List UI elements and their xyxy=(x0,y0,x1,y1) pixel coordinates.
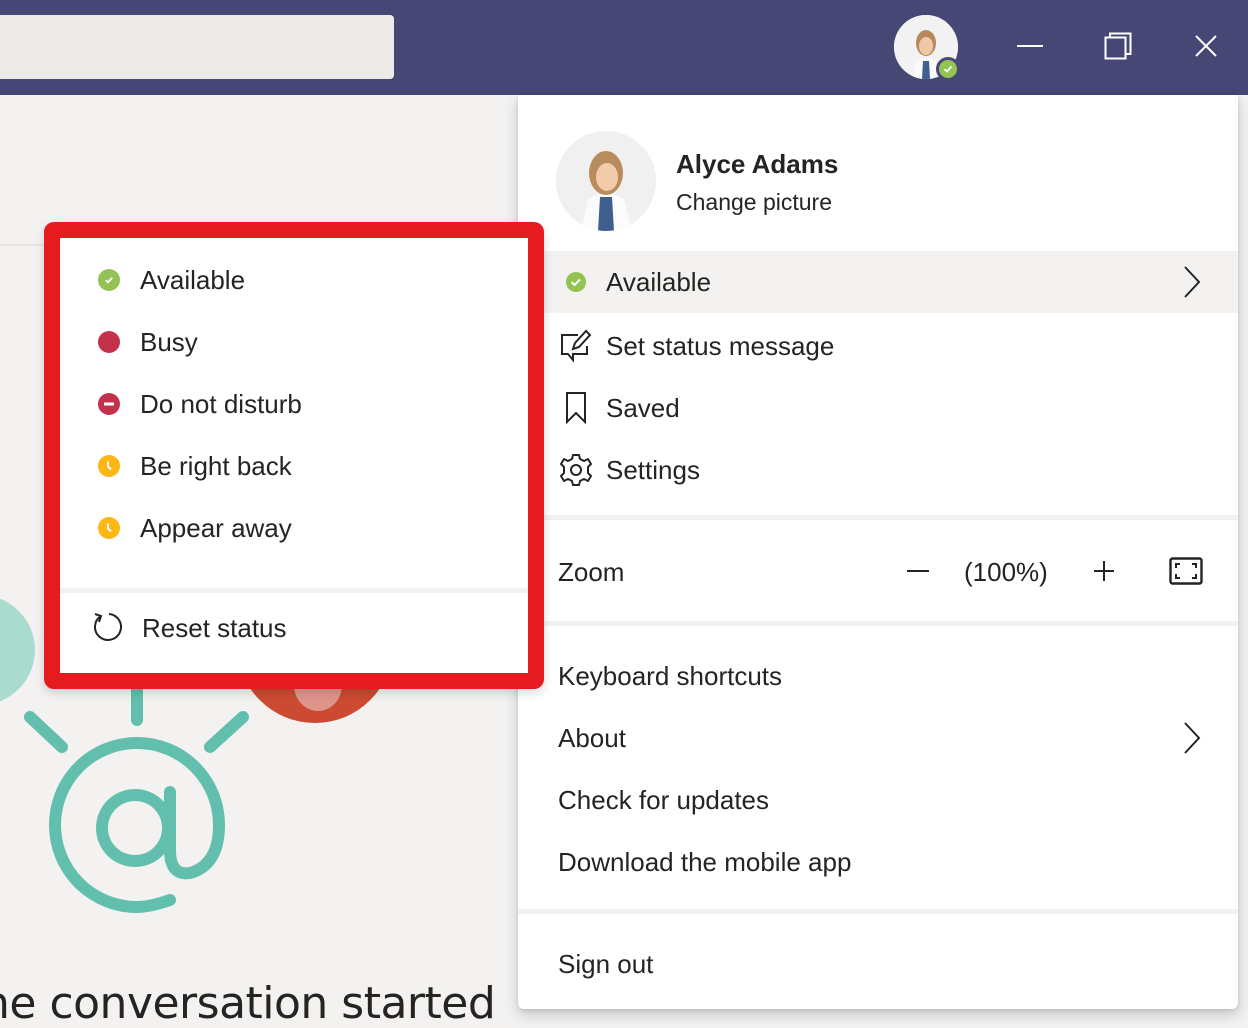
menu-separator xyxy=(518,909,1238,914)
illustration-at-inner xyxy=(96,789,174,867)
minimize-icon xyxy=(1017,45,1043,47)
status-be-right-back[interactable]: Be right back xyxy=(60,435,528,497)
saved-label: Saved xyxy=(606,392,680,423)
restore-icon xyxy=(1104,32,1132,60)
do-not-disturb-icon xyxy=(98,393,120,415)
profile-picture[interactable] xyxy=(556,131,656,231)
keyboard-shortcuts-label: Keyboard shortcuts xyxy=(558,660,783,691)
search-input[interactable] xyxy=(0,15,394,79)
status-busy[interactable]: Busy xyxy=(60,311,528,373)
about-label: About xyxy=(558,722,626,753)
download-mobile-app-item[interactable]: Download the mobile app xyxy=(518,831,1238,893)
profile-menu: Alyce Adams Change picture Available Set… xyxy=(518,95,1238,1009)
profile-header: Alyce Adams Change picture xyxy=(518,95,1238,251)
chevron-right-icon xyxy=(1182,265,1202,306)
user-name: Alyce Adams xyxy=(676,149,839,179)
restore-button[interactable] xyxy=(1094,22,1142,70)
zoom-row: Zoom (100%) xyxy=(518,541,1238,603)
reset-icon xyxy=(92,611,126,645)
busy-icon xyxy=(98,331,120,353)
title-bar xyxy=(0,0,1248,95)
reset-status-item[interactable]: Reset status xyxy=(60,597,528,659)
status-appear-away[interactable]: Appear away xyxy=(60,497,528,559)
fullscreen-button[interactable] xyxy=(1166,553,1206,589)
status-busy-label: Busy xyxy=(140,326,198,357)
status-label: Available xyxy=(606,266,712,297)
keyboard-shortcuts-item[interactable]: Keyboard shortcuts xyxy=(518,645,1238,707)
presence-available-icon xyxy=(936,57,960,81)
edit-message-icon xyxy=(558,328,594,364)
close-button[interactable] xyxy=(1182,22,1230,70)
check-for-updates-label: Check for updates xyxy=(558,784,770,815)
gear-icon xyxy=(558,452,594,488)
menu-separator xyxy=(518,515,1238,520)
zoom-label: Zoom xyxy=(558,556,625,587)
clock-icon xyxy=(98,517,120,539)
minimize-button[interactable] xyxy=(1006,22,1054,70)
available-icon xyxy=(98,269,120,291)
check-for-updates-item[interactable]: Check for updates xyxy=(518,769,1238,831)
set-status-message-item[interactable]: Set status message xyxy=(518,315,1238,377)
status-appear-away-label: Appear away xyxy=(140,512,292,543)
status-available[interactable]: Available xyxy=(60,249,528,311)
menu-separator xyxy=(518,621,1238,626)
saved-item[interactable]: Saved xyxy=(518,377,1238,439)
zoom-value: (100%) xyxy=(964,556,1048,587)
fullscreen-icon xyxy=(1169,557,1203,585)
illustration-at-sign xyxy=(49,737,226,914)
zoom-in-button[interactable] xyxy=(1084,551,1124,591)
illustration-teal-circle xyxy=(0,598,35,702)
status-do-not-disturb[interactable]: Do not disturb xyxy=(60,373,528,435)
set-status-message-label: Set status message xyxy=(606,330,835,361)
plus-icon xyxy=(1094,561,1114,581)
status-available-label: Available xyxy=(140,264,246,295)
sign-out-item[interactable]: Sign out xyxy=(518,933,1238,995)
reset-status-label: Reset status xyxy=(142,612,287,643)
status-separator xyxy=(60,588,528,593)
zoom-out-button[interactable] xyxy=(898,551,938,591)
status-menu-item[interactable]: Available xyxy=(518,251,1238,313)
settings-item[interactable]: Settings xyxy=(518,439,1238,501)
sign-out-label: Sign out xyxy=(558,948,654,979)
profile-avatar-button[interactable] xyxy=(894,15,960,81)
download-mobile-app-label: Download the mobile app xyxy=(558,846,852,877)
status-be-right-back-label: Be right back xyxy=(140,450,292,481)
about-item[interactable]: About xyxy=(518,707,1238,769)
empty-state-title: ne conversation started xyxy=(0,978,496,1028)
bookmark-icon xyxy=(558,390,594,426)
change-picture-link[interactable]: Change picture xyxy=(676,189,832,216)
status-submenu: Available Busy Do not disturb Be right b… xyxy=(44,222,544,689)
settings-label: Settings xyxy=(606,454,700,485)
illustration-ray xyxy=(24,711,68,753)
status-do-not-disturb-label: Do not disturb xyxy=(140,388,302,419)
minus-icon xyxy=(907,570,929,572)
close-icon xyxy=(1195,35,1217,57)
illustration-ray xyxy=(204,711,249,753)
available-icon xyxy=(558,264,594,300)
chevron-right-icon xyxy=(1182,721,1202,762)
clock-icon xyxy=(98,455,120,477)
